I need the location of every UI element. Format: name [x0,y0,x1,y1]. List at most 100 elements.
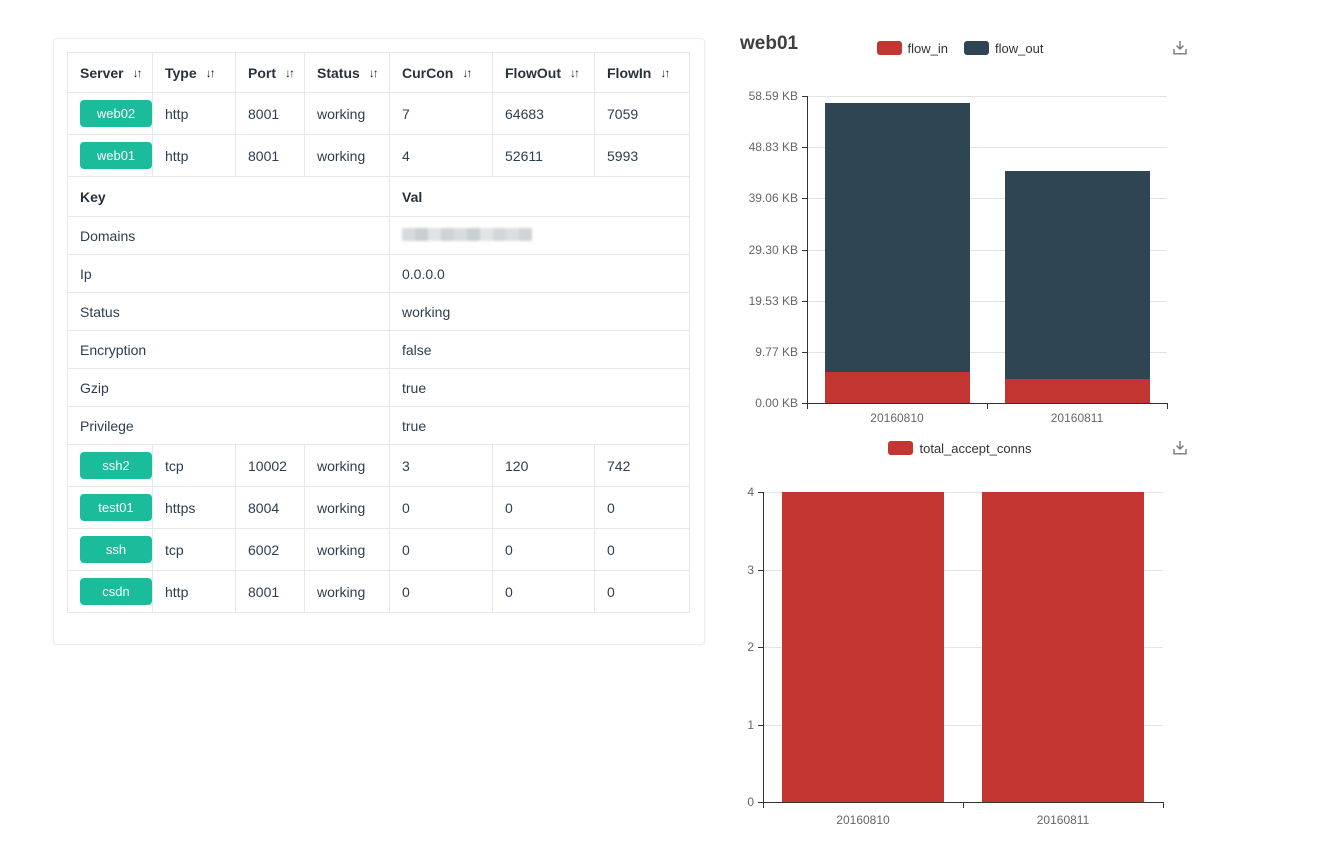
column-header-flowout[interactable]: FlowOut↓↑ [493,53,595,93]
column-header-status[interactable]: Status↓↑ [305,53,390,93]
x-axis-tick [987,404,988,409]
server-button-test01[interactable]: test01 [80,494,152,521]
redacted-domain-value [402,227,532,241]
curcon-cell: 0 [390,529,493,571]
y-axis-tick [802,96,807,97]
download-icon-glyph [1169,37,1191,59]
legend-swatch [877,41,902,55]
flowout-cell: 120 [493,445,595,487]
server-cell: test01 [68,487,153,529]
y-axis-label: 2 [724,640,754,654]
server-button-web02[interactable]: web02 [80,100,152,127]
detail-key-cell: Encryption [68,331,390,369]
redacted-block [454,228,467,241]
sort-icon[interactable]: ↓↑ [570,66,578,80]
flowin-cell: 0 [595,529,690,571]
y-axis-tick [758,570,763,571]
detail-key-cell: Ip [68,255,390,293]
flowout-cell: 0 [493,571,595,613]
flowin-cell: 7059 [595,93,690,135]
table-row: ssh2tcp10002working3120742 [68,445,690,487]
y-axis-tick [802,250,807,251]
detail-row: Statusworking [68,293,690,331]
x-axis-tick [1167,404,1168,409]
column-header-label: Port [248,65,276,81]
port-cell: 10002 [236,445,305,487]
table-row: csdnhttp8001working000 [68,571,690,613]
y-axis-line [763,492,764,802]
flowin-cell: 742 [595,445,690,487]
sort-icon[interactable]: ↓↑ [660,66,668,80]
flowout-cell: 64683 [493,93,595,135]
sort-icon[interactable]: ↓↑ [133,66,141,80]
column-header-type[interactable]: Type↓↑ [153,53,236,93]
legend-item-flow_in[interactable]: flow_in [877,41,948,56]
detail-row: Gziptrue [68,369,690,407]
server-cell: web02 [68,93,153,135]
flowin-cell: 0 [595,571,690,613]
y-axis-label: 1 [724,718,754,732]
download-icon[interactable] [1169,437,1191,459]
dashboard: Server↓↑Type↓↑Port↓↑Status↓↑CurCon↓↑Flow… [0,0,1339,860]
conns-chart-legend: total_accept_conns [740,439,1180,457]
redacted-block [402,228,415,241]
detail-key-cell: Privilege [68,407,390,445]
legend-label: flow_in [908,41,948,56]
column-header-port[interactable]: Port ↓↑ [236,53,305,93]
sort-icon[interactable]: ↓↑ [285,66,293,80]
curcon-cell: 3 [390,445,493,487]
column-header-label: FlowIn [607,65,651,81]
column-header-curcon[interactable]: CurCon ↓↑ [390,53,493,93]
port-cell: 8001 [236,93,305,135]
y-axis-tick [758,492,763,493]
sort-icon[interactable]: ↓↑ [206,66,214,80]
status-cell: working [305,93,390,135]
server-button-ssh2[interactable]: ssh2 [80,452,152,479]
legend-label: flow_out [995,41,1043,56]
x-axis-label: 20160810 [763,813,963,827]
type-cell: http [153,93,236,135]
table-row: web02http8001working7646837059 [68,93,690,135]
flow-chart: 0.00 KB9.77 KB19.53 KB29.30 KB39.06 KB48… [720,80,1190,433]
port-cell: 6002 [236,529,305,571]
x-axis-label: 20160811 [963,813,1163,827]
detail-val-cell: true [390,369,690,407]
server-cell: csdn [68,571,153,613]
table-row: web01http8001working4526115993 [68,135,690,177]
gridline [807,96,1167,97]
detail-row: Domains [68,217,690,255]
redacted-block [467,228,480,241]
x-axis-tick [963,803,964,808]
y-axis-tick [802,198,807,199]
y-axis-line [807,96,808,403]
bar-flow_in-20160810 [825,372,970,403]
detail-val-cell: true [390,407,690,445]
detail-val-cell [390,217,690,255]
download-icon[interactable] [1169,37,1191,59]
column-header-server[interactable]: Server↓↑ [68,53,153,93]
detail-val-cell: 0.0.0.0 [390,255,690,293]
sort-icon[interactable]: ↓↑ [462,66,470,80]
detail-val-cell: false [390,331,690,369]
type-cell: http [153,135,236,177]
detail-val-cell: working [390,293,690,331]
legend-item-total_accept_conns[interactable]: total_accept_conns [888,441,1031,456]
y-axis-tick [802,301,807,302]
y-axis-label: 4 [724,485,754,499]
y-axis-tick [758,647,763,648]
type-cell: tcp [153,445,236,487]
x-axis-label: 20160810 [807,411,987,425]
server-button-ssh[interactable]: ssh [80,536,152,563]
detail-key-header: Key [68,177,390,217]
sort-icon[interactable]: ↓↑ [369,66,377,80]
column-header-flowin[interactable]: FlowIn ↓↑ [595,53,690,93]
column-header-label: CurCon [402,65,453,81]
legend-swatch [888,441,913,455]
server-button-web01[interactable]: web01 [80,142,152,169]
x-axis-tick [807,404,808,409]
status-cell: working [305,571,390,613]
bar-total_accept_conns-20160811 [982,492,1144,802]
server-button-csdn[interactable]: csdn [80,578,152,605]
curcon-cell: 4 [390,135,493,177]
legend-item-flow_out[interactable]: flow_out [964,41,1043,56]
